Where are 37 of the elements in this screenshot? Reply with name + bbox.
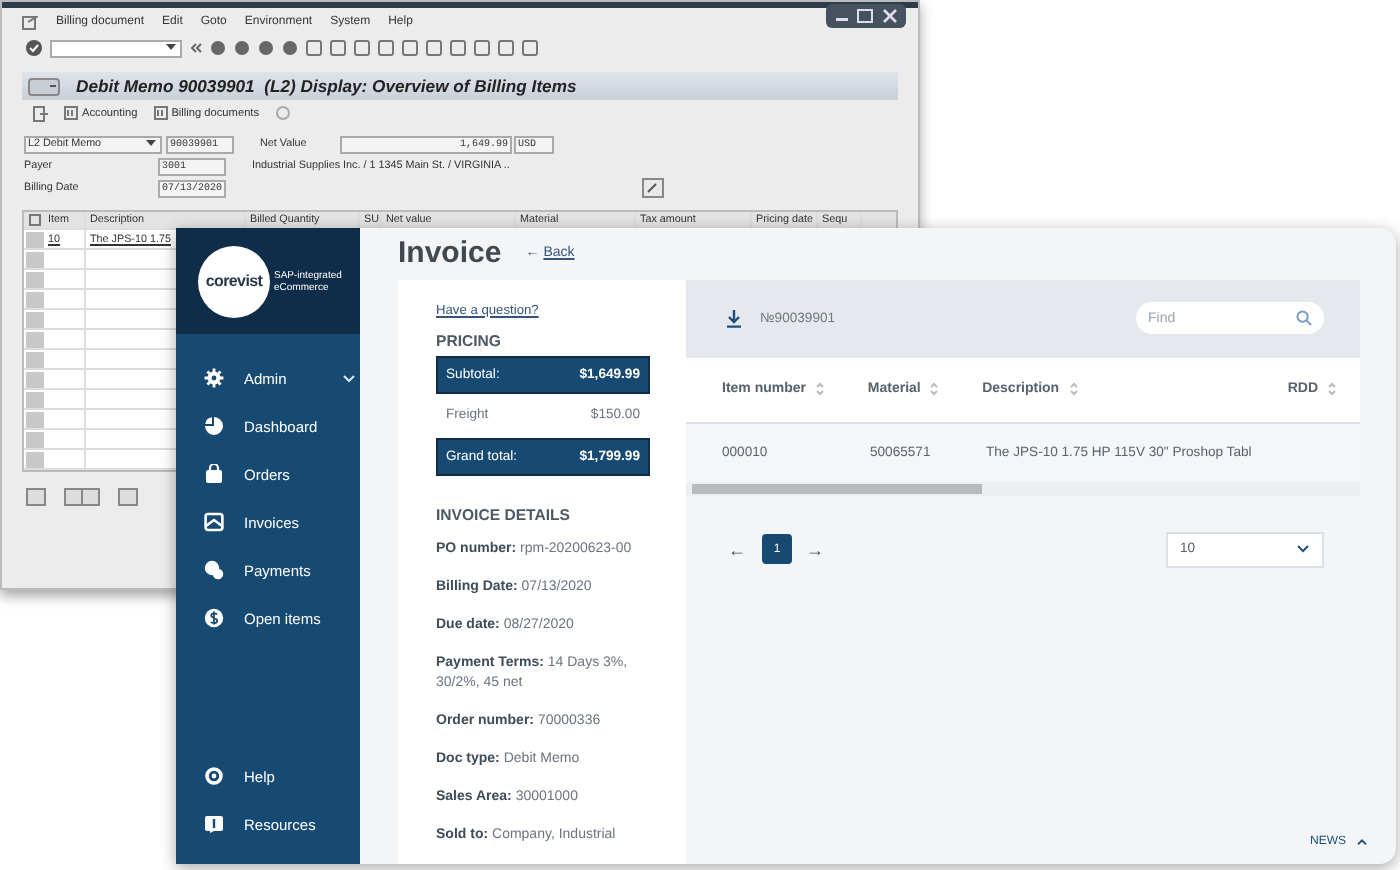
sort-icon[interactable] <box>930 382 939 396</box>
chevron-down-icon <box>1296 544 1310 554</box>
select-all-icon[interactable] <box>26 214 44 226</box>
table-icon <box>153 106 168 120</box>
previous-page-button[interactable]: ← <box>722 539 752 559</box>
double-chevron-icon[interactable] <box>190 42 202 54</box>
table-icon <box>64 106 78 120</box>
sort-icon[interactable] <box>1069 382 1078 396</box>
select-icon[interactable] <box>64 488 100 506</box>
dollar-icon <box>204 608 224 628</box>
window-controls-icon[interactable] <box>826 4 906 28</box>
logo-wordmark[interactable]: corevist <box>198 245 270 317</box>
command-field[interactable] <box>50 39 182 57</box>
envelope-icon <box>204 512 224 532</box>
gear-icon <box>204 368 224 388</box>
menu-icon[interactable] <box>22 15 38 29</box>
sort-icon[interactable] <box>1328 382 1336 396</box>
next-page-button[interactable]: → <box>800 539 830 559</box>
edit-icon[interactable] <box>642 178 664 198</box>
check-icon[interactable] <box>26 40 42 56</box>
pie-chart-icon <box>204 416 224 436</box>
caret-icon <box>166 44 176 52</box>
download-icon[interactable] <box>726 309 742 327</box>
coins-icon <box>204 560 224 580</box>
search-icon[interactable] <box>1296 310 1312 326</box>
document-icon[interactable] <box>32 105 48 121</box>
screen-icon[interactable] <box>28 77 60 95</box>
sort-icon[interactable] <box>816 382 825 396</box>
window-title: Debit Memo 90039901 (L2) Display: Overview of Billing Items <box>76 76 577 96</box>
chevron-down-icon <box>342 373 357 383</box>
bag-icon <box>204 464 224 484</box>
detail-icon[interactable] <box>26 488 46 506</box>
caret-icon <box>146 140 156 148</box>
page-title: Invoice <box>398 236 502 271</box>
chevron-up-icon <box>1356 838 1368 846</box>
delete-icon[interactable] <box>118 488 138 506</box>
help-icon <box>204 766 224 786</box>
